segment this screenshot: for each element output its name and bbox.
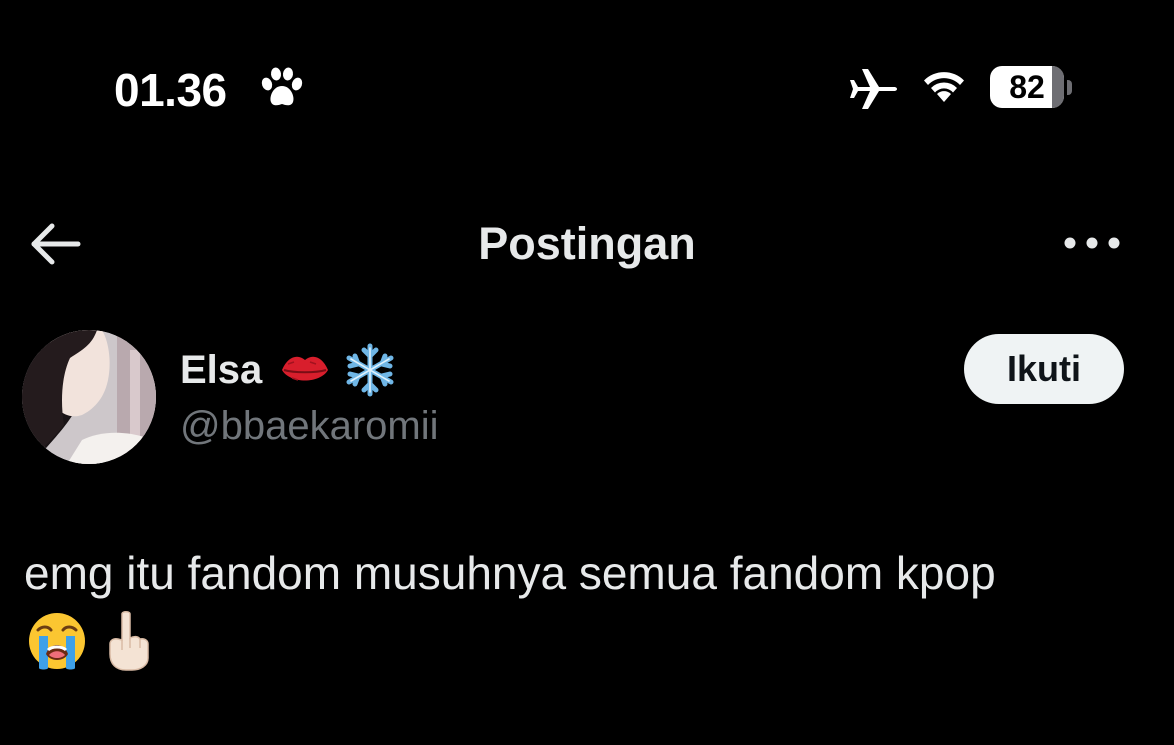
paw-icon (261, 67, 303, 106)
snowflake-icon (346, 343, 394, 397)
wifi-icon (924, 72, 964, 102)
author-name-row[interactable]: Elsa (180, 342, 398, 398)
post-emojis (26, 610, 154, 672)
page-title: Postingan (478, 218, 696, 269)
loudly-crying-face-icon (29, 613, 85, 670)
author-handle[interactable]: @bbaekaromii (180, 402, 439, 450)
avatar[interactable] (22, 330, 156, 464)
battery-icon: 82 (990, 66, 1072, 110)
more-options-icon[interactable] (1060, 228, 1124, 258)
battery-level: 82 (1009, 69, 1045, 105)
lips-icon (282, 356, 329, 381)
author-name[interactable]: Elsa (180, 344, 262, 396)
index-pointing-up-icon (109, 611, 149, 671)
post-text: emg itu fandom musuhnya semua fandom kpo… (24, 547, 996, 599)
status-time: 01.36 (114, 64, 227, 116)
follow-button[interactable]: Ikuti (964, 334, 1124, 404)
airplane-icon (850, 69, 897, 109)
